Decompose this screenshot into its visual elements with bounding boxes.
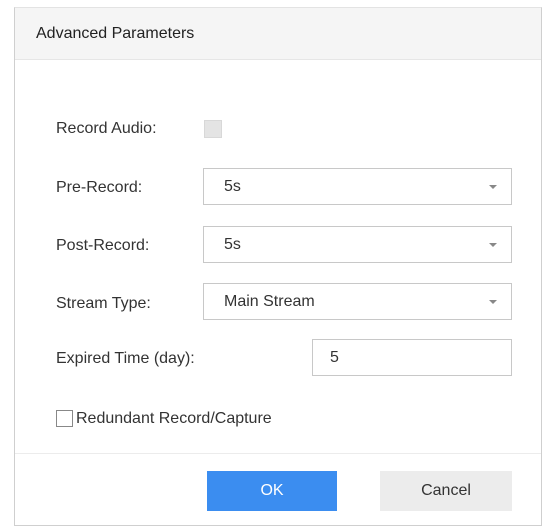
- ok-button[interactable]: OK: [207, 471, 337, 511]
- caret-down-icon: [489, 185, 497, 189]
- redundant-record-checkbox[interactable]: [56, 410, 73, 427]
- expired-time-label: Expired Time (day):: [56, 350, 195, 367]
- stream-type-value: Main Stream: [224, 293, 315, 310]
- post-record-value: 5s: [224, 236, 241, 253]
- cancel-button[interactable]: Cancel: [380, 471, 512, 511]
- record-audio-label: Record Audio:: [56, 120, 157, 137]
- stream-type-label: Stream Type:: [56, 295, 151, 312]
- stream-type-select[interactable]: Main Stream: [203, 283, 512, 320]
- footer-divider: [15, 453, 541, 454]
- dialog-header: Advanced Parameters: [15, 8, 541, 60]
- pre-record-label: Pre-Record:: [56, 179, 143, 196]
- record-audio-checkbox[interactable]: [204, 120, 222, 138]
- expired-time-input[interactable]: [312, 339, 512, 376]
- redundant-record-label[interactable]: Redundant Record/Capture: [76, 410, 272, 428]
- dialog-title: Advanced Parameters: [36, 25, 195, 42]
- post-record-select[interactable]: 5s: [203, 226, 512, 263]
- caret-down-icon: [489, 243, 497, 247]
- caret-down-icon: [489, 300, 497, 304]
- advanced-parameters-dialog: Advanced Parameters Record Audio: Pre-Re…: [14, 7, 542, 526]
- pre-record-select[interactable]: 5s: [203, 168, 512, 205]
- post-record-label: Post-Record:: [56, 237, 150, 254]
- pre-record-value: 5s: [224, 178, 241, 195]
